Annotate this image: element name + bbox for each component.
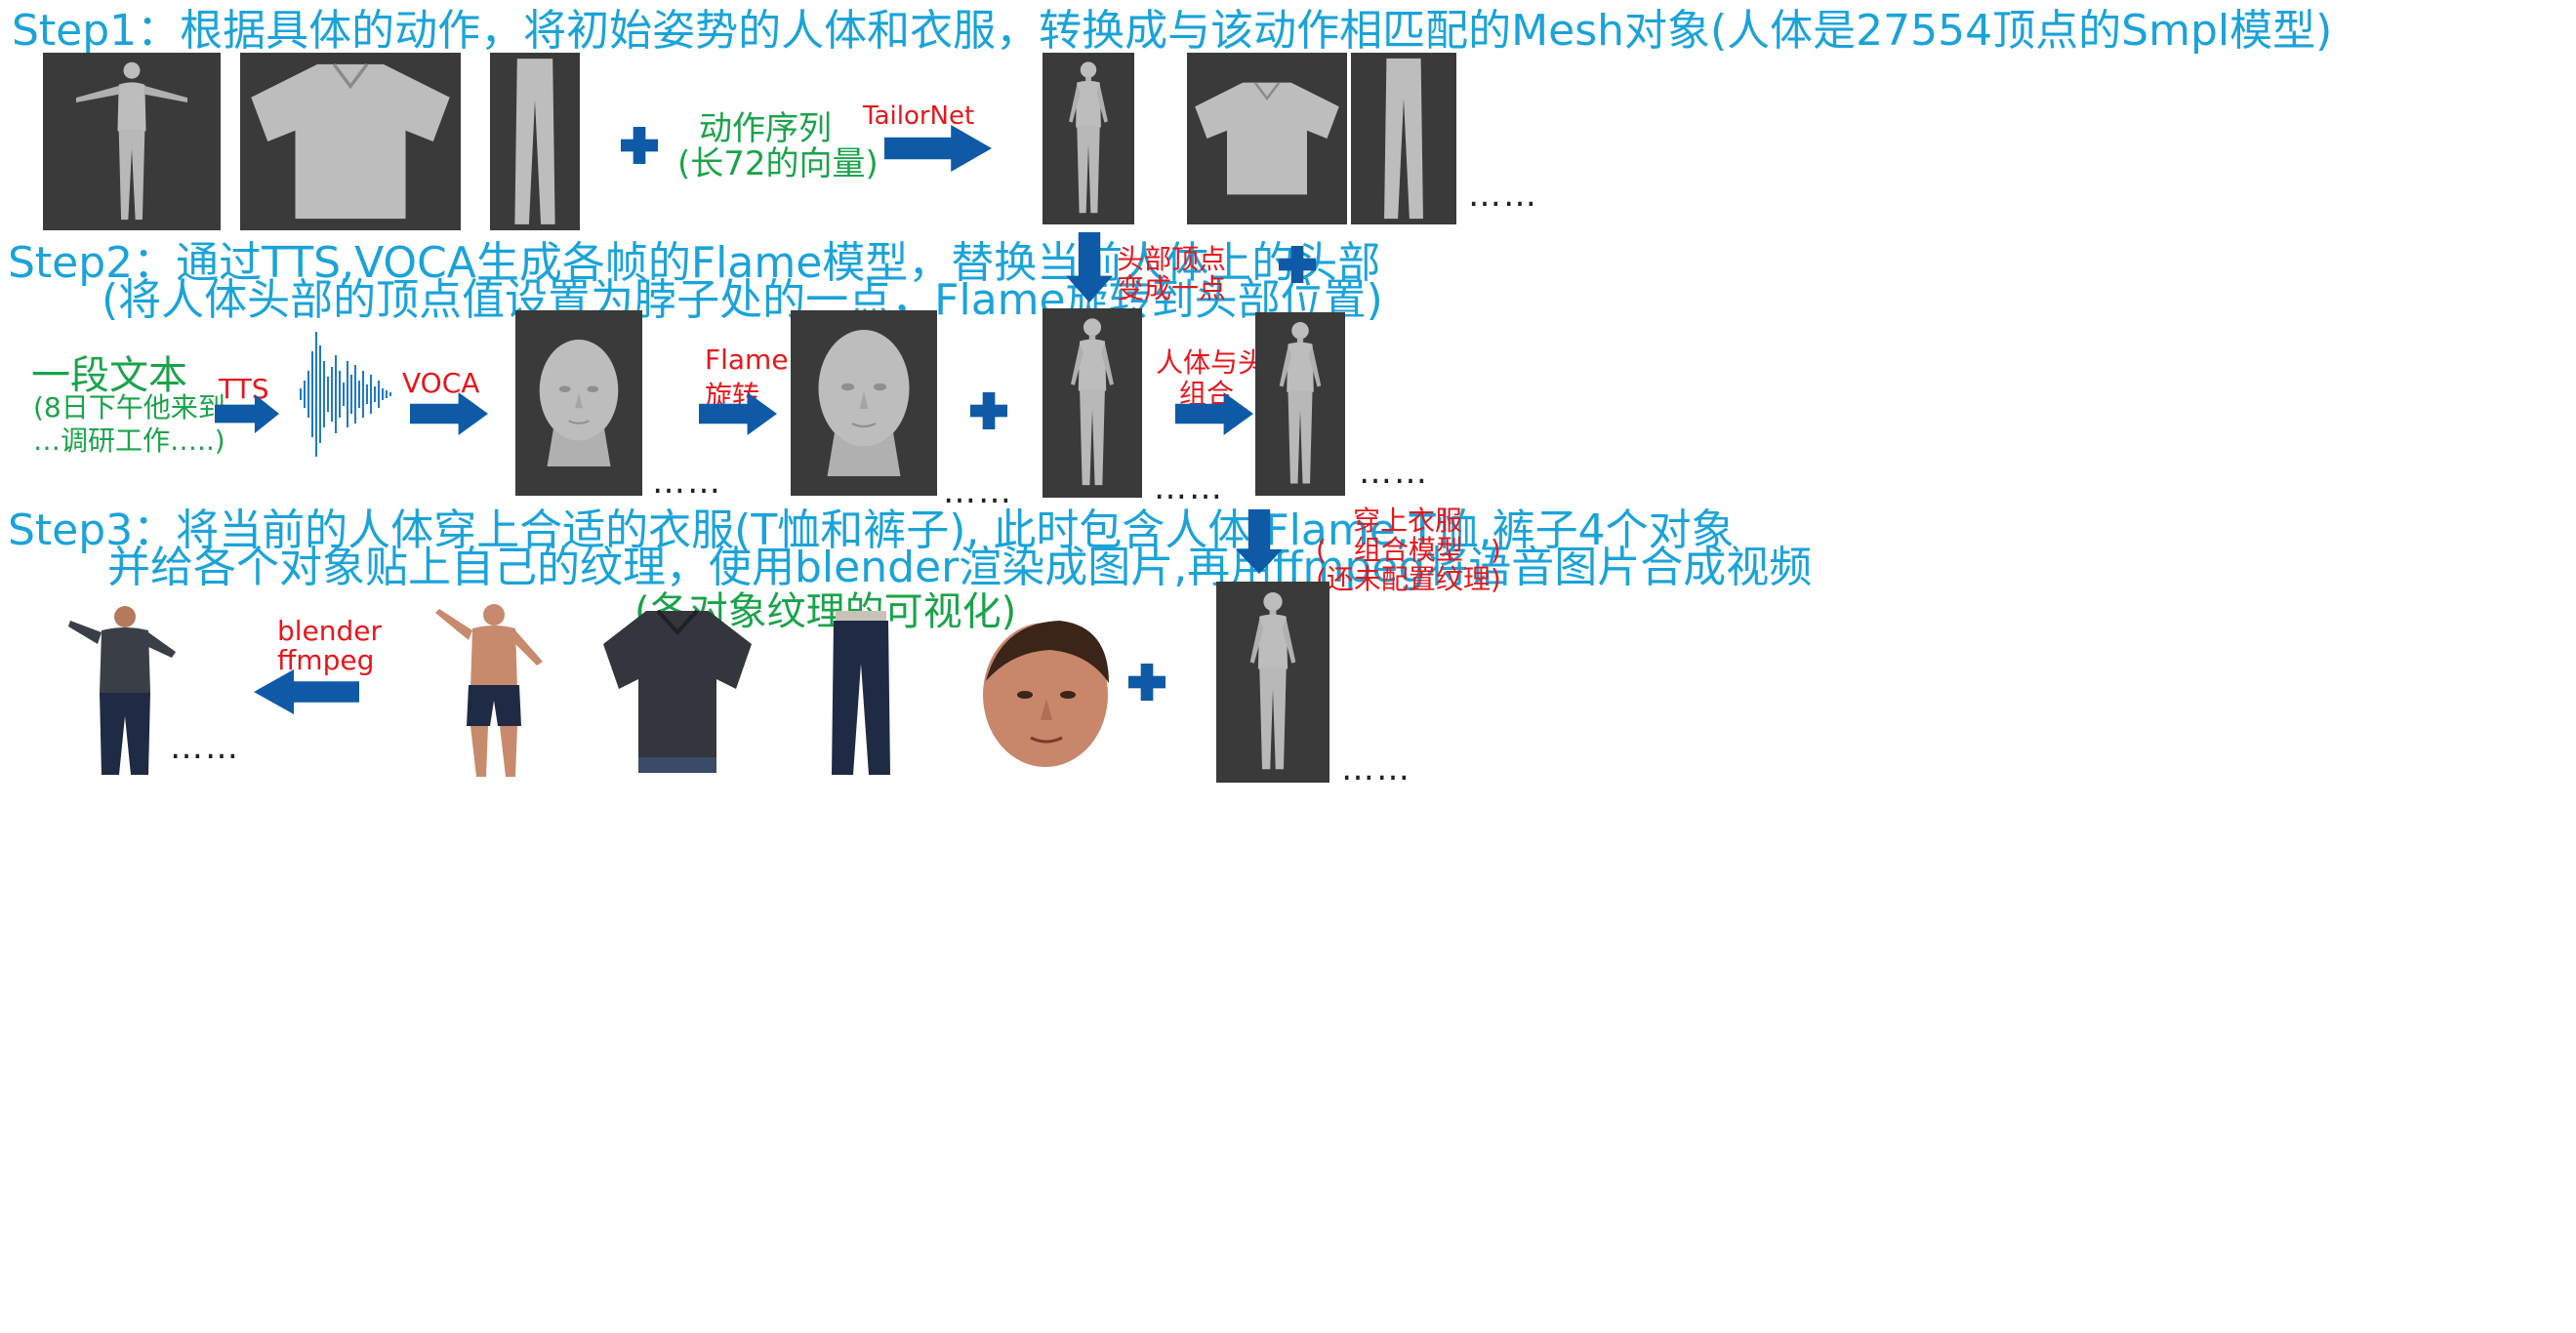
arrow-right-icon: [1175, 392, 1253, 435]
textured-pants: [826, 609, 896, 781]
text-sample-line2: …调研工作…..): [33, 424, 225, 457]
textured-shirt: [599, 605, 756, 781]
posed-body-panel: [1043, 53, 1134, 224]
arrow-left-icon: [254, 669, 359, 714]
initial-shirt-panel: [240, 53, 461, 230]
initial-pants-panel: [490, 53, 580, 230]
arrow-down-icon: [1236, 509, 1283, 574]
dressed-model-mesh: [1216, 582, 1329, 783]
flame-head-panel: [515, 310, 642, 496]
posed-pants-panel: [1351, 53, 1456, 224]
step1-title: Step1：根据具体的动作，将初始姿势的人体和衣服，转换成与该动作相匹配的Mes…: [12, 6, 2333, 56]
ellipsis: ……: [652, 463, 722, 502]
ellipsis: ……: [1154, 468, 1224, 507]
rendered-figure: [64, 603, 182, 785]
no-texture-label: (还未配置纹理): [1316, 563, 1501, 595]
flame-rotate-label: Flame: [705, 343, 789, 376]
blender-label: blender: [277, 615, 383, 647]
arrow-right-icon: [215, 394, 279, 433]
ellipsis: ……: [1468, 176, 1538, 215]
tpose-body-panel: [43, 53, 221, 230]
ellipsis: ……: [170, 728, 240, 767]
dressed-model-panel: [1216, 582, 1329, 783]
plus-icon: [970, 392, 1007, 429]
collapse-point-label: 变成一点: [1117, 272, 1227, 304]
headless-body-panel: [1043, 308, 1142, 498]
arrow-right-icon: [699, 392, 777, 435]
posed-shirt-panel: [1187, 53, 1347, 224]
initial-pants-mesh: [490, 53, 580, 230]
posed-shirt-mesh: [1187, 53, 1347, 224]
rotated-head-mesh: [791, 310, 937, 496]
ellipsis: ……: [1341, 749, 1411, 788]
plus-icon: [1279, 246, 1316, 283]
arrow-right-icon: [884, 125, 992, 172]
plus-icon: [1128, 664, 1165, 701]
arrow-down-icon: [1066, 232, 1113, 303]
motion-vector-label: (长72的向量): [677, 144, 879, 183]
posed-body-mesh: [1043, 53, 1134, 224]
initial-shirt-mesh: [240, 53, 461, 230]
textured-head: [972, 605, 1119, 771]
tpose-body-mesh: [43, 53, 221, 230]
posed-pants-mesh: [1351, 53, 1456, 224]
plus-icon: [621, 127, 658, 164]
rotated-head-panel: [791, 310, 937, 496]
combined-body-mesh: [1255, 312, 1345, 496]
audio-waveform: [297, 332, 394, 457]
ellipsis: ……: [1359, 453, 1429, 492]
combined-body-panel: [1255, 312, 1345, 496]
headless-body-mesh: [1043, 308, 1142, 498]
arrow-right-icon: [410, 392, 488, 435]
textured-body: [433, 599, 551, 785]
flame-head-mesh: [515, 310, 642, 496]
